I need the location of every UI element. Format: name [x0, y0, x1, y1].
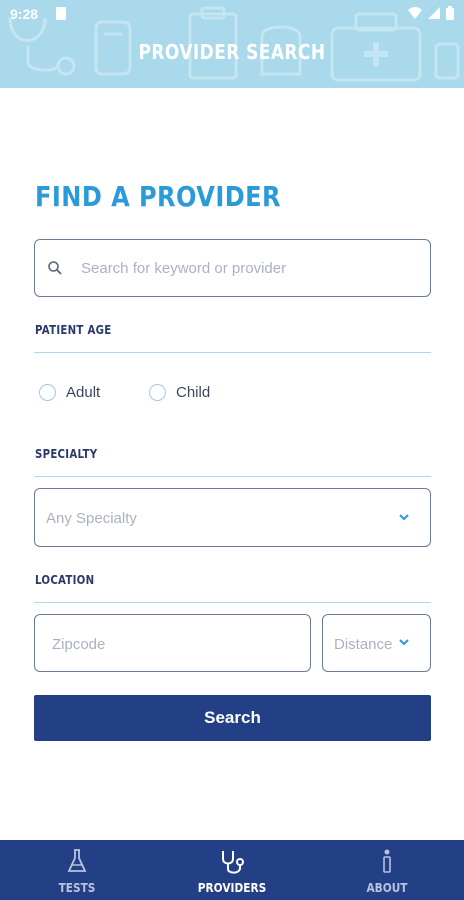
radio-child[interactable]: Child	[149, 384, 210, 401]
zipcode-field[interactable]	[34, 614, 311, 672]
radio-circle-icon[interactable]	[149, 384, 166, 401]
status-time: 9:28	[10, 6, 39, 22]
radio-adult[interactable]: Adult	[39, 384, 100, 401]
nav-label-providers: PROVIDERS	[197, 881, 267, 895]
nav-item-about[interactable]: ABOUT	[310, 840, 464, 900]
signal-icon	[428, 7, 440, 19]
divider	[34, 602, 431, 603]
radio-adult-label: Adult	[66, 384, 101, 401]
nav-label-tests: TESTS	[58, 881, 96, 895]
nav-item-providers[interactable]: PROVIDERS	[155, 840, 309, 900]
specialty-label: SPECIALTY	[35, 447, 98, 461]
radio-child-label: Child	[176, 384, 211, 401]
radio-circle-icon[interactable]	[39, 384, 56, 401]
distance-value: Distance	[334, 636, 393, 653]
wifi-icon	[408, 7, 422, 19]
specialty-select[interactable]: Any Specialty	[34, 488, 431, 547]
search-field[interactable]	[34, 239, 431, 297]
sd-card-icon	[56, 7, 66, 20]
location-label: LOCATION	[35, 573, 95, 587]
flask-icon	[67, 849, 87, 872]
divider	[34, 476, 431, 477]
battery-icon	[446, 6, 454, 20]
info-icon	[383, 849, 391, 873]
nav-item-tests[interactable]: TESTS	[0, 840, 154, 900]
nav-label-about: ABOUT	[366, 881, 408, 895]
search-icon	[48, 261, 62, 275]
stethoscope-icon	[222, 851, 244, 874]
search-button[interactable]: Search	[34, 695, 431, 741]
distance-select[interactable]: Distance	[322, 614, 431, 672]
find-provider-heading: FIND A PROVIDER	[35, 180, 282, 213]
page-title: PROVIDER SEARCH	[138, 40, 326, 64]
zipcode-input[interactable]	[52, 632, 292, 656]
chevron-down-icon	[399, 639, 409, 646]
specialty-value: Any Specialty	[46, 510, 137, 527]
app-header: 9:28 PROVIDER SEARCH	[0, 0, 464, 88]
divider	[34, 352, 431, 353]
patient-age-label: PATIENT AGE	[35, 323, 112, 337]
bottom-navigation: TESTS PROVIDERS ABOUT	[0, 840, 464, 900]
search-input[interactable]	[81, 256, 411, 280]
chevron-down-icon	[399, 514, 409, 521]
status-bar: 9:28	[0, 0, 464, 28]
